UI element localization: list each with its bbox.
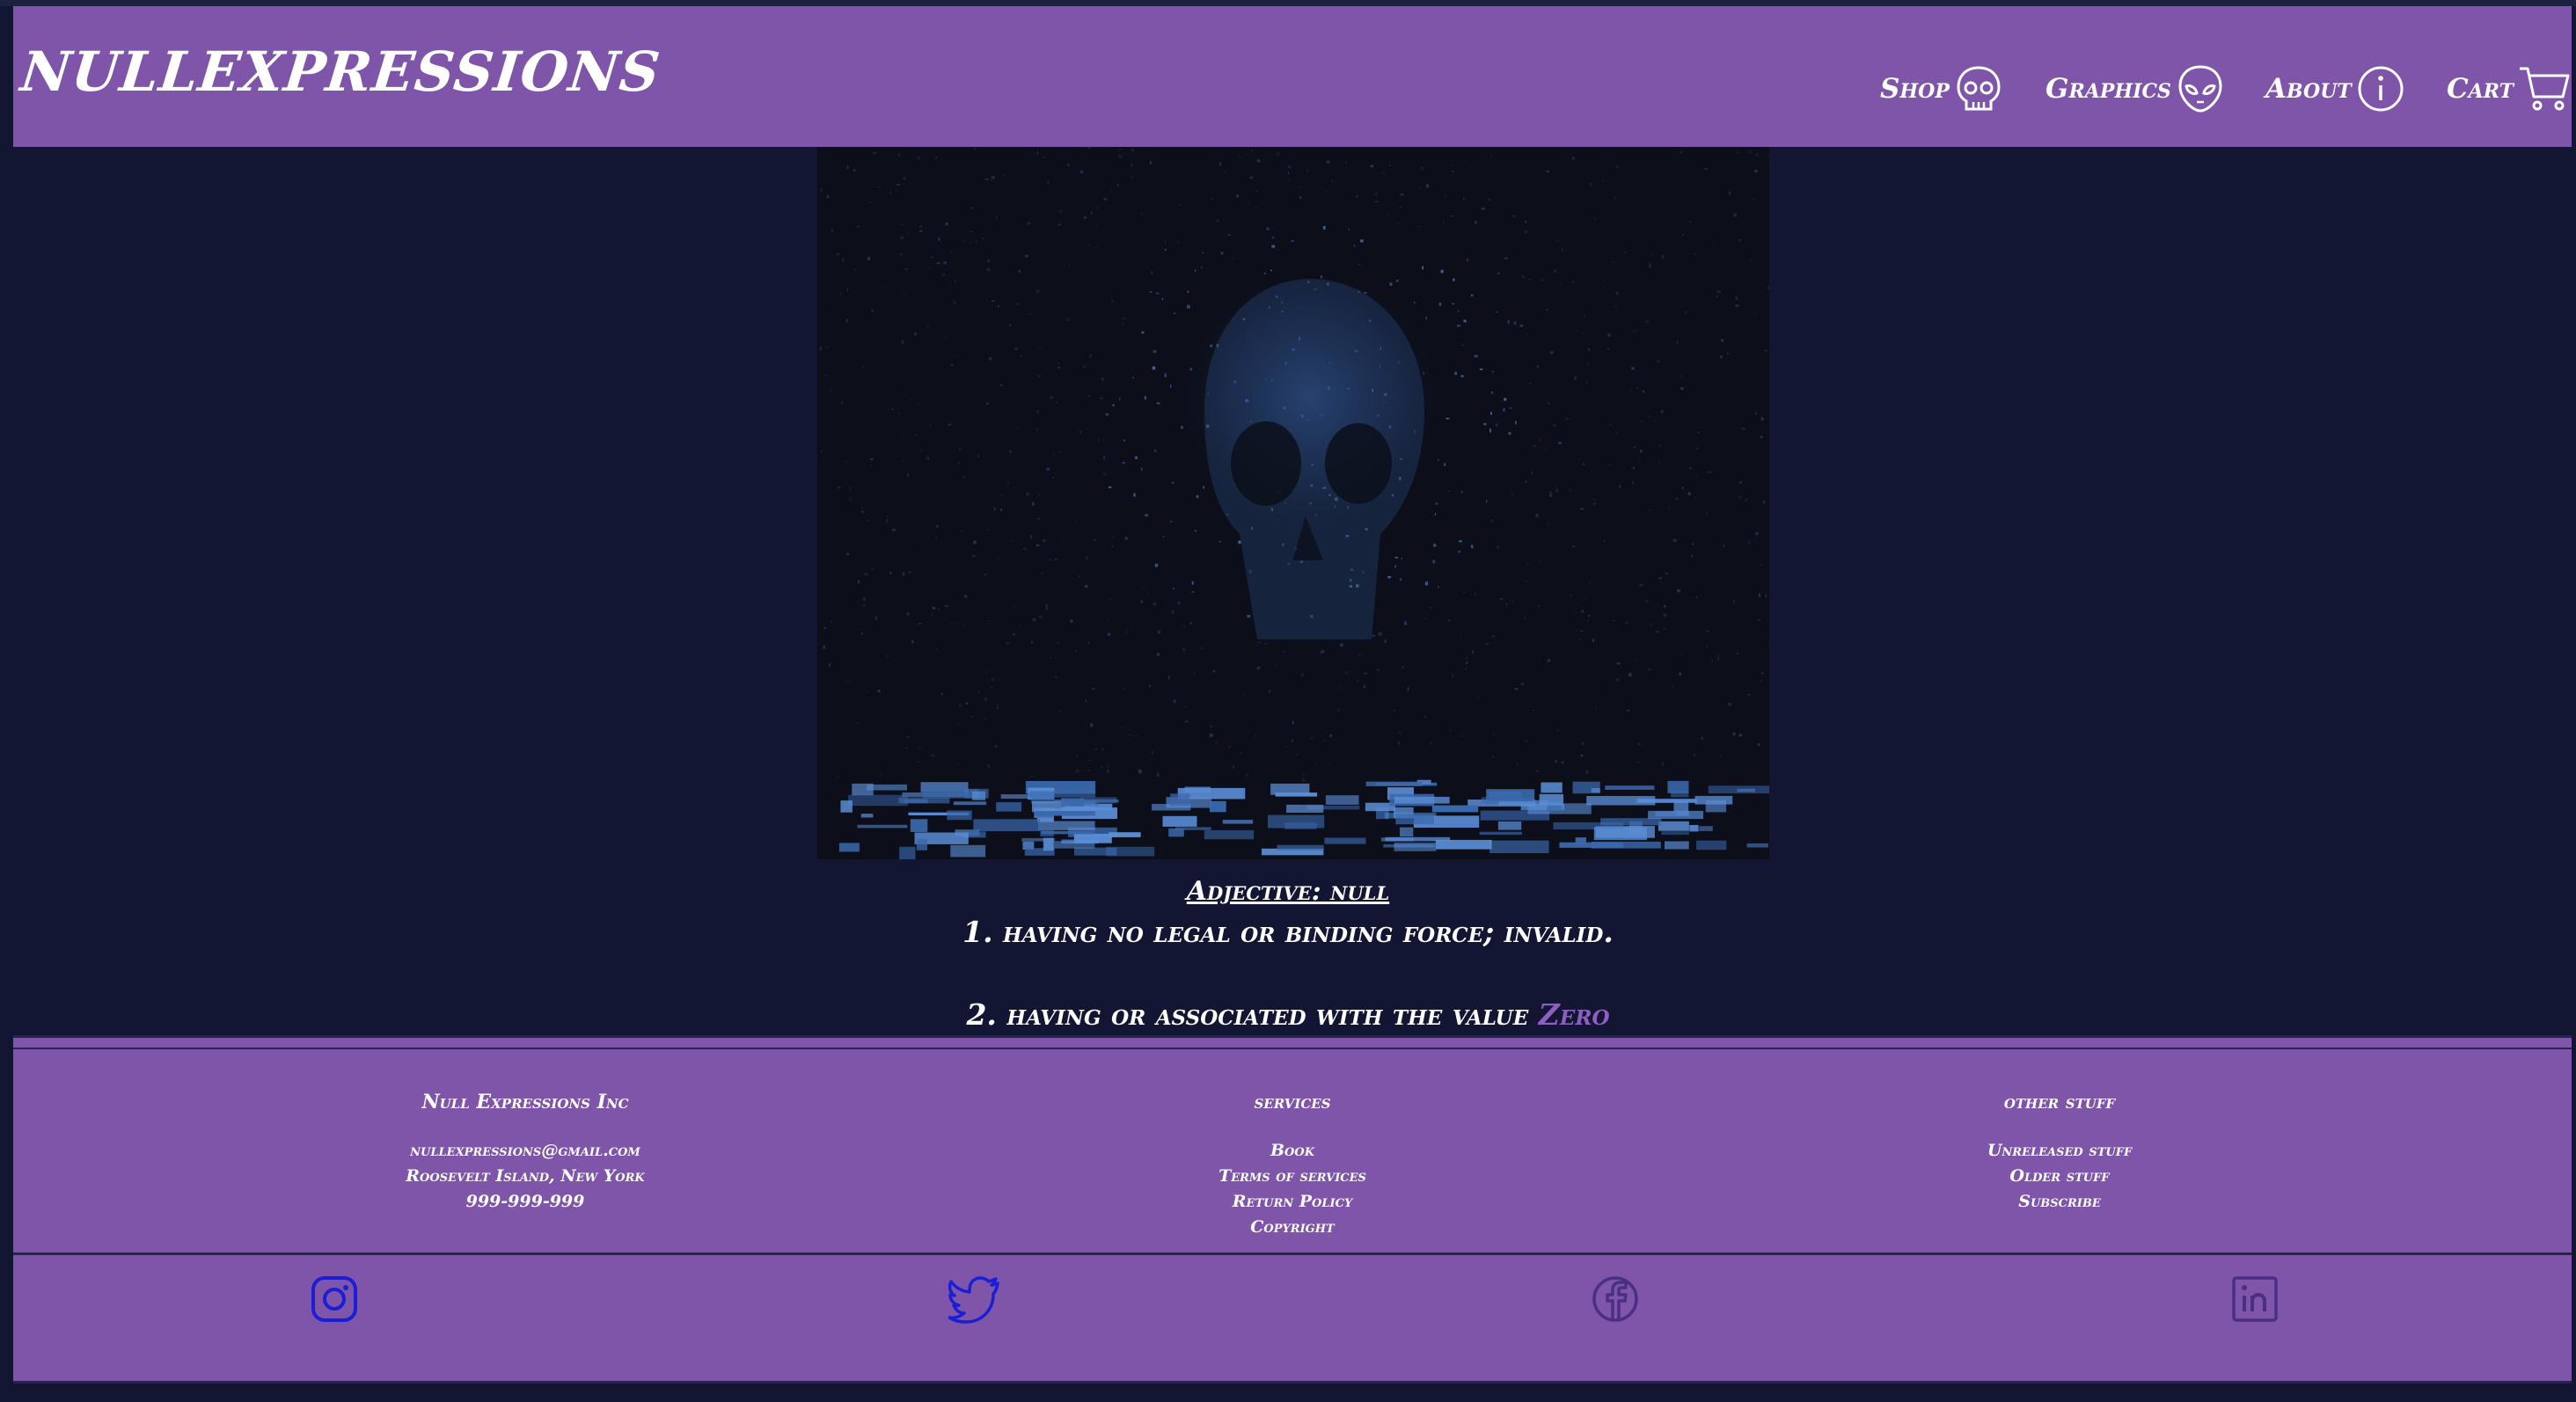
definition-line-2-text: 2. having or associated with the value [966,997,1539,1032]
footer-services-heading: services [1254,1091,1331,1114]
footer-link-subscribe[interactable]: Subscribe [1796,1189,2324,1215]
definition-line-2: 2. having or associated with the value Z… [0,997,2576,1032]
footer-info: Null Expressions Inc nullexpressions@gma… [13,1035,2572,1255]
footer-other-column: other stuff Unreleased stuff Older stuff… [1796,1091,2324,1215]
facebook-icon[interactable] [1589,1273,1642,1325]
footer-link-unreleased[interactable]: Unreleased stuff [1796,1138,2324,1164]
zero-highlight: Zero [1538,997,1610,1032]
footer-phone: 999-999-999 [465,1192,585,1211]
footer-company-column: Null Expressions Inc nullexpressions@gma… [261,1091,789,1215]
top-strip [0,0,2576,6]
instagram-icon[interactable] [308,1273,361,1325]
footer-social [13,1255,2572,1384]
bottom-strip [0,1384,2576,1402]
footer-link-terms[interactable]: Terms of services [1028,1164,1556,1189]
nav-cart-label: Cart [2447,73,2514,105]
footer-link-older[interactable]: Older stuff [1796,1164,2324,1189]
nav-shop[interactable]: Shop [1880,57,2004,120]
footer-address: Roosevelt Island, New York [406,1166,645,1186]
footer-email-link[interactable]: nullexpressions@gmail.com [261,1138,789,1164]
footer-link-return-policy[interactable]: Return Policy [1028,1189,1556,1215]
nav-graphics[interactable]: Graphics [2045,57,2226,120]
footer-other-heading: other stuff [2003,1091,2116,1114]
alien-icon [2178,65,2222,113]
cart-icon [2520,67,2570,111]
nav-cart[interactable]: Cart [2447,57,2572,120]
glitch-skull-image [817,147,1769,859]
footer-company-heading: Null Expressions Inc [421,1091,629,1114]
brand-logo[interactable]: NULLEXPRESSIONS [18,40,663,104]
nav-shop-label: Shop [1880,73,1950,105]
nav-about[interactable]: About [2265,57,2406,120]
skull-icon [1957,66,2001,111]
footer-services-column: services Book Terms of services Return P… [1028,1091,1556,1240]
linkedin-icon[interactable] [2228,1273,2281,1325]
info-icon [2358,66,2404,112]
nav-about-label: About [2265,73,2352,105]
site-header: NULLEXPRESSIONS Shop Graphics About Cart [13,6,2572,147]
twitter-icon[interactable] [948,1273,1001,1325]
definition-title: Adjective: null [1186,876,1390,907]
footer-link-copyright[interactable]: Copyright [1028,1215,1556,1240]
page: NULLEXPRESSIONS Shop Graphics About Cart… [0,0,2576,1402]
nav-graphics-label: Graphics [2045,73,2171,105]
footer-divider [13,1048,2572,1049]
definition-line-1: 1. having no legal or binding force; inv… [962,915,1614,949]
footer-link-book[interactable]: Book [1028,1138,1556,1164]
